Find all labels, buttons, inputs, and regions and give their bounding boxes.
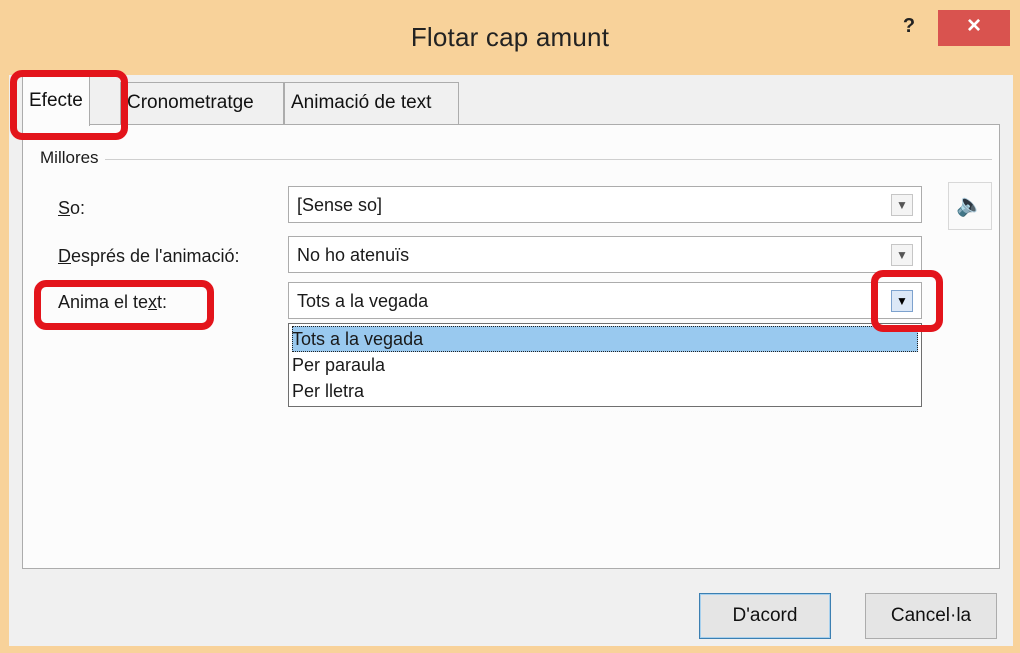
after-animation-label: Després de l'animació: [58,246,240,266]
tab-animacio-de-text[interactable]: Animació de text [284,82,459,124]
help-button[interactable]: ? [892,14,926,44]
sound-label: So: [58,198,86,218]
dialog-window: Flotar cap amunt ? × Efecte Cronometratg… [0,0,1020,653]
ok-button[interactable]: D'acord [699,593,831,639]
sound-value: [Sense so] [297,195,383,215]
group-label-millores: Millores [40,148,105,168]
animate-text-dropdown-list: Tots a la vegada Per paraula Per lletra [288,323,922,407]
highlight-mark-label [34,280,214,330]
list-item[interactable]: Per lletra [292,378,918,404]
list-item[interactable]: Tots a la vegada [292,326,918,352]
tab-cronometratge[interactable]: Cronometratge [120,82,284,124]
highlight-mark-arrow [871,270,943,332]
animate-text-value: Tots a la vegada [297,291,429,311]
sound-combobox[interactable]: [Sense so] ▼ [288,186,922,223]
highlight-mark-tab [10,70,128,140]
group-divider [40,159,992,160]
dialog-title: Flotar cap amunt [410,22,610,52]
close-button[interactable]: × [938,10,1010,46]
after-animation-value: No ho atenuïs [297,245,410,265]
chevron-down-icon[interactable]: ▼ [891,194,913,216]
cancel-button[interactable]: Cancel·la [865,593,997,639]
after-animation-combobox[interactable]: No ho atenuïs ▼ [288,236,922,273]
title-bar[interactable]: Flotar cap amunt ? × [0,0,1020,75]
animate-text-combobox[interactable]: Tots a la vegada ▼ [288,282,922,319]
list-item[interactable]: Per paraula [292,352,918,378]
speaker-icon[interactable]: 🔈 [948,182,992,230]
chevron-down-icon[interactable]: ▼ [891,244,913,266]
